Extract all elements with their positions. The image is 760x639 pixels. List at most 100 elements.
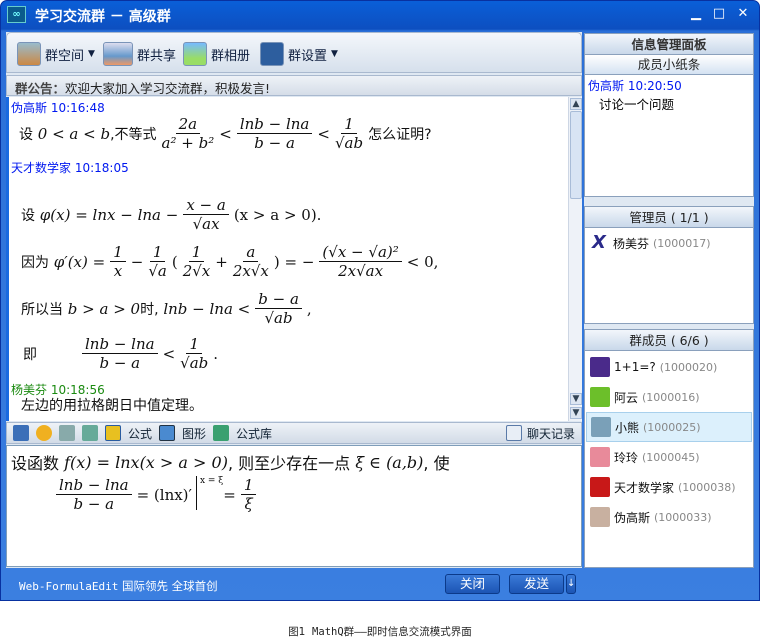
- text: 时,: [140, 301, 159, 318]
- member-name: 玲玲: [614, 450, 639, 465]
- member-item[interactable]: 阿云 (1000016): [586, 382, 752, 412]
- numerator: lnb − lna: [82, 335, 158, 354]
- operator: −: [130, 252, 144, 271]
- slogan-brand: Web-FormulaEdit: [19, 580, 119, 593]
- message-input[interactable]: 设函数 f(x) = lnx(x > a > 0), 则至少存在一点 ξ ∈ (…: [6, 445, 582, 567]
- member-item[interactable]: 小熊 (1000025): [586, 412, 752, 442]
- text: 左边的用拉格朗日中值定理。: [21, 398, 203, 414]
- chevron-down-icon: ▼: [331, 49, 338, 59]
- evaluation-bar: x = ξ: [195, 476, 223, 510]
- announcement-label: 群公告：: [15, 81, 66, 96]
- slogan: Web-FormulaEdit 国际领先 全球首创: [19, 578, 218, 594]
- fraction: 1 2√x: [183, 243, 211, 280]
- input-formula: 设函数 f(x) = lnx(x > a > 0), 则至少存在一点 ξ ∈ (…: [11, 450, 450, 474]
- denominator: √a: [148, 262, 167, 280]
- fraction: x − a √ax: [183, 196, 229, 233]
- chat-history-button[interactable]: 聊天记录: [505, 425, 581, 442]
- figure-title: MathQ群——即时信息交流模式界面: [312, 626, 472, 638]
- member-item[interactable]: 1+1=? (1000020): [586, 352, 752, 382]
- text: 设函数: [11, 454, 60, 473]
- member-item[interactable]: 天才数学家 (1000038): [586, 472, 752, 502]
- info-panel: 信息管理面板 成员小纸条 伪高斯 10:20:50 讨论一个问题 管理员 ( 1…: [584, 33, 754, 568]
- member-item[interactable]: 玲玲 (1000045): [586, 442, 752, 472]
- members-title: 群成员 ( 6/6 ): [584, 329, 754, 351]
- scroll-down-icon[interactable]: ▼: [570, 393, 582, 405]
- member-id: (1000045): [642, 450, 700, 464]
- chevron-down-icon: ▼: [88, 49, 95, 59]
- member-name: 1+1=?: [614, 360, 656, 374]
- app-window: ∞ 学习交流群 － 高级群 ▁ □ ✕ 群空间 ▼ 群共享 群相册 群设置 ▼ 群公…: [0, 0, 760, 601]
- operator: <: [162, 344, 176, 363]
- member-name: 小熊: [615, 420, 640, 435]
- formula-text: 0 < a < b: [37, 124, 111, 143]
- denominator: b − a: [73, 495, 115, 513]
- formula-text: .: [213, 344, 219, 363]
- formula-library-button[interactable]: 公式库: [236, 425, 272, 442]
- minimize-button[interactable]: ▁: [689, 7, 703, 21]
- denominator: b − a: [254, 134, 295, 152]
- member-item[interactable]: 伪高斯 (1000033): [586, 502, 752, 532]
- admin-item[interactable]: X 杨美芬 (1000017): [585, 228, 753, 258]
- chat-scrollbar[interactable]: ▲ ▼ ▼: [568, 97, 582, 421]
- member-id: (1000020): [659, 360, 718, 374]
- folder-share-icon: [103, 42, 133, 66]
- group-share-button[interactable]: 群共享: [103, 41, 176, 67]
- sender-name: 伪高斯: [11, 101, 48, 115]
- window-title: 学习交流群 － 高级群: [35, 9, 171, 25]
- member-id: (1000016): [642, 390, 700, 404]
- message-formula: 即 lnb − lna b − a < 1 √ab .: [23, 335, 218, 372]
- graphics-button[interactable]: 图形: [182, 425, 206, 442]
- numerator: 1: [186, 335, 202, 354]
- scroll-up-icon[interactable]: ▲: [570, 98, 582, 110]
- text: 所以当: [21, 301, 63, 318]
- denominator: √ab: [334, 134, 364, 152]
- fraction: 1 √ab: [180, 335, 208, 372]
- denominator: 2x√x: [232, 262, 269, 280]
- close-window-button[interactable]: ✕: [736, 7, 750, 21]
- admin-avatar-icon: X: [592, 232, 606, 253]
- numerator: lnb − lna: [56, 476, 132, 495]
- emoji-icon[interactable]: [36, 425, 52, 441]
- graphics-icon: [159, 425, 176, 441]
- scroll-down-icon[interactable]: ▼: [570, 407, 582, 419]
- group-album-button[interactable]: 群相册: [183, 41, 250, 67]
- send-button[interactable]: 发送: [509, 574, 564, 594]
- message-header: 天才数学家 10:18:05: [11, 159, 129, 176]
- operator: =: [223, 485, 236, 504]
- group-settings-button[interactable]: 群设置 ▼: [260, 41, 338, 67]
- denominator: √ab: [180, 354, 209, 372]
- chat-history: 伪高斯 10:16:48 设 0 < a < b ,不等式 2a a² + b² <…: [6, 97, 582, 421]
- fraction: lnb − lna b − a: [236, 115, 313, 152]
- numerator: x − a: [183, 196, 229, 215]
- text: 设: [21, 207, 35, 224]
- screenshot-icon[interactable]: [59, 425, 75, 441]
- member-id: (1000025): [643, 420, 701, 434]
- member-name: 杨美芬: [613, 236, 650, 251]
- denominator: b − a: [99, 354, 141, 372]
- numerator: 2a: [175, 115, 201, 134]
- numerator: lnb − lna: [236, 115, 313, 134]
- close-button[interactable]: 关闭: [445, 574, 500, 594]
- numerator: 1: [188, 243, 205, 262]
- image-icon[interactable]: [82, 425, 98, 441]
- send-options-button[interactable]: ↓: [566, 574, 576, 594]
- member-avatar-icon: [590, 477, 610, 497]
- member-avatar-icon: [590, 387, 610, 407]
- maximize-button[interactable]: □: [712, 7, 726, 21]
- group-space-button[interactable]: 群空间 ▼: [17, 41, 95, 67]
- bottom-bar: Web-FormulaEdit 国际领先 全球首创 关闭 发送 ↓: [1, 568, 759, 602]
- formula-text: b > a > 0: [67, 299, 141, 318]
- formula-button[interactable]: 公式: [128, 425, 152, 442]
- scroll-thumb[interactable]: [570, 111, 582, 199]
- slogan-text: 国际领先 全球首创: [122, 579, 218, 593]
- text: 因为: [21, 254, 49, 271]
- fraction: 1 √ab: [335, 115, 363, 152]
- message-formula: 所以当 b > a > 0 时, lnb − lna < b − a √ab ,: [21, 290, 312, 327]
- admin-list: X 杨美芬 (1000017): [584, 228, 754, 324]
- gear-icon: [260, 42, 284, 66]
- member-list: 1+1=? (1000020) 阿云 (1000016) 小熊 (1000025) 玲玲 (1…: [584, 351, 754, 568]
- font-icon[interactable]: [13, 425, 29, 441]
- formula-text: lnb − lna <: [163, 299, 251, 318]
- formula-text: < 0,: [406, 252, 439, 271]
- numerator: 1: [149, 243, 166, 262]
